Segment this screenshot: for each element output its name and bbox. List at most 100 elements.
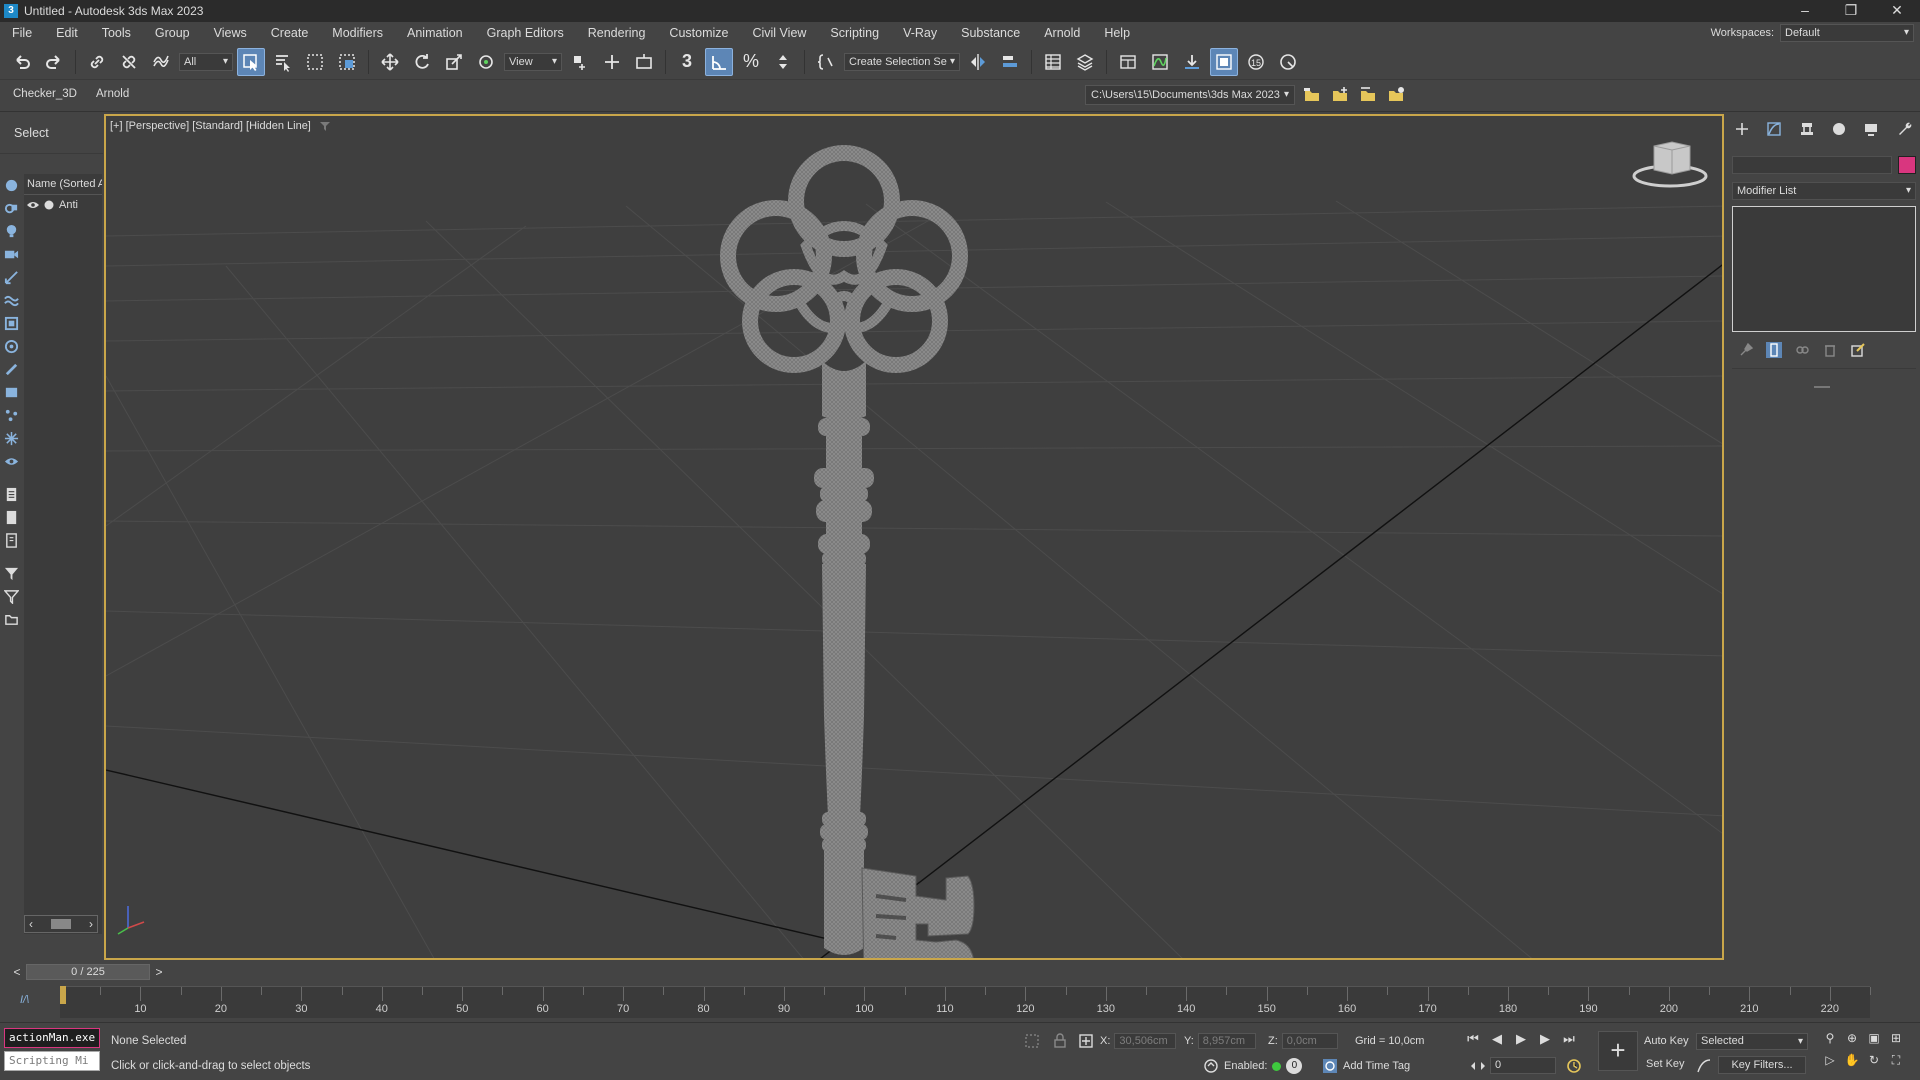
display-tab[interactable]: [1860, 118, 1882, 140]
project-open-icon[interactable]: [1358, 85, 1378, 105]
maximize-viewport-icon[interactable]: ⛶: [1888, 1053, 1904, 1069]
project-folder-icon[interactable]: [1302, 85, 1322, 105]
maxscript-mini-listener-input[interactable]: Scripting Mi: [4, 1051, 100, 1071]
scene-explorer-scrollbar[interactable]: ‹ ›: [24, 915, 98, 933]
viewport-filter-icon[interactable]: [319, 121, 330, 132]
move-button[interactable]: [376, 48, 404, 76]
zoom-icon[interactable]: ⚲: [1822, 1031, 1838, 1047]
rotate-button[interactable]: [408, 48, 436, 76]
next-frame-button[interactable]: >: [152, 965, 166, 979]
key-tangent-icon[interactable]: [1696, 1058, 1712, 1074]
set-key-button[interactable]: Set Key: [1646, 1058, 1685, 1070]
orbit-icon[interactable]: ↻: [1866, 1053, 1882, 1069]
view-cube[interactable]: [1632, 141, 1708, 188]
absolute-mode-icon[interactable]: [1078, 1033, 1094, 1049]
scene-explorer-toggle[interactable]: [1039, 48, 1067, 76]
menu-arnold[interactable]: Arnold: [1032, 22, 1092, 44]
window-crossing-button[interactable]: [333, 48, 361, 76]
display-frozen-toggle[interactable]: [3, 429, 19, 447]
material-editor-button[interactable]: [1210, 47, 1238, 76]
schematic-view-button[interactable]: [1178, 48, 1206, 76]
workspace-dropdown[interactable]: Default: [1780, 24, 1914, 42]
key-filters-button[interactable]: Key Filters...: [1718, 1056, 1806, 1074]
select-by-name-button[interactable]: [269, 48, 297, 76]
key-mode-dropdown[interactable]: Selected: [1696, 1033, 1808, 1050]
angle-snap-toggle[interactable]: [705, 47, 733, 76]
display-cameras-toggle[interactable]: [3, 245, 19, 263]
toggle-ribbon-button[interactable]: [1114, 48, 1142, 76]
key-mode-toggle-icon[interactable]: [1470, 1058, 1486, 1074]
time-configuration-icon[interactable]: [1566, 1058, 1582, 1074]
x-coordinate-field[interactable]: 30,506cm: [1114, 1033, 1177, 1049]
menu-civil-view[interactable]: Civil View: [740, 22, 818, 44]
minimize-button[interactable]: –: [1782, 0, 1828, 22]
menu-rendering[interactable]: Rendering: [576, 22, 658, 44]
visibility-eye-icon[interactable]: [27, 200, 39, 210]
utilities-tab[interactable]: [1893, 118, 1915, 140]
placement-button[interactable]: [472, 48, 500, 76]
track-bar-ruler[interactable]: 10 20 30 40 50 60 70 80 90 100 110 120 130 140 150 160 1…: [60, 986, 1871, 1018]
selection-filter-dropdown[interactable]: All: [179, 52, 233, 71]
pan-icon[interactable]: ✋: [1844, 1053, 1860, 1069]
previous-frame-button[interactable]: <: [10, 965, 24, 979]
go-to-end-icon[interactable]: ⏭: [1560, 1031, 1578, 1047]
ribbon-tab-arnold[interactable]: Arnold: [96, 88, 129, 100]
scale-button[interactable]: [440, 48, 468, 76]
display-hidden-toggle[interactable]: [3, 452, 19, 470]
menu-modifiers[interactable]: Modifiers: [320, 22, 395, 44]
object-color-swatch[interactable]: [1898, 156, 1916, 174]
modify-tab[interactable]: [1763, 118, 1785, 140]
field-of-view-icon[interactable]: ▷: [1822, 1053, 1838, 1069]
panel-resize-handle[interactable]: [1814, 386, 1830, 388]
selection-set-dropdown[interactable]: Create Selection Se: [844, 52, 960, 71]
set-keys-button[interactable]: +: [1598, 1031, 1638, 1071]
display-spacewarps-toggle[interactable]: [3, 291, 19, 309]
display-containers-toggle[interactable]: [3, 383, 19, 401]
display-none-toggle[interactable]: [3, 508, 19, 526]
track-bar-time-cursor[interactable]: [60, 986, 66, 1004]
display-xrefs-toggle[interactable]: [3, 337, 19, 355]
make-unique-button[interactable]: [1794, 342, 1810, 358]
select-manipulate-button[interactable]: [598, 48, 626, 76]
show-end-result-button[interactable]: [1766, 342, 1782, 358]
unlink-button[interactable]: [115, 48, 143, 76]
pin-stack-button[interactable]: [1738, 342, 1754, 358]
select-object-button[interactable]: [237, 47, 265, 76]
error-count-badge[interactable]: 0: [1286, 1058, 1303, 1074]
mirror-button[interactable]: [964, 48, 992, 76]
display-groups-toggle[interactable]: [3, 314, 19, 332]
viewport-label-menu[interactable]: [+] [Perspective] [Standard] [Hidden Lin…: [110, 120, 330, 132]
align-button[interactable]: [996, 48, 1024, 76]
name-column-header[interactable]: Name (Sorted A: [24, 174, 102, 195]
previous-key-icon[interactable]: ◀: [1488, 1031, 1506, 1047]
play-icon[interactable]: ▶: [1512, 1031, 1530, 1047]
scene-object-row[interactable]: Anti: [24, 195, 102, 215]
current-frame-field[interactable]: 0: [1490, 1057, 1556, 1074]
auto-key-button[interactable]: Auto Key: [1644, 1035, 1689, 1047]
reference-coordinate-dropdown[interactable]: View: [504, 52, 562, 71]
curve-editor-button[interactable]: [1146, 48, 1174, 76]
mini-curve-editor-toggle[interactable]: I/\: [20, 994, 29, 1006]
bind-space-warp-button[interactable]: [147, 48, 175, 76]
remove-modifier-button[interactable]: [1822, 342, 1838, 358]
display-geometry-toggle[interactable]: [3, 176, 19, 194]
isolate-selection-icon[interactable]: [1024, 1033, 1040, 1049]
display-shapes-toggle[interactable]: [3, 199, 19, 217]
menu-edit[interactable]: Edit: [44, 22, 90, 44]
display-helpers-toggle[interactable]: [3, 268, 19, 286]
object-name-field[interactable]: [1732, 156, 1892, 174]
snaps-toggle[interactable]: 3: [673, 48, 701, 76]
maxscript-listener-output[interactable]: actionMan.exe: [4, 1028, 100, 1048]
close-button[interactable]: ✕: [1874, 0, 1920, 22]
z-coordinate-field[interactable]: 0,0cm: [1281, 1033, 1338, 1049]
perspective-viewport[interactable]: [+] [Perspective] [Standard] [Hidden Lin…: [104, 114, 1724, 960]
display-all-toggle[interactable]: [3, 485, 19, 503]
filter-options-button[interactable]: [3, 587, 19, 605]
menu-views[interactable]: Views: [202, 22, 259, 44]
ribbon-tab-checker[interactable]: Checker_3D: [13, 88, 77, 100]
pivot-center-button[interactable]: [566, 48, 594, 76]
hierarchy-tab[interactable]: [1796, 118, 1818, 140]
modifier-stack[interactable]: [1732, 206, 1916, 332]
motion-tab[interactable]: [1828, 118, 1850, 140]
next-key-icon[interactable]: ▶: [1536, 1031, 1554, 1047]
